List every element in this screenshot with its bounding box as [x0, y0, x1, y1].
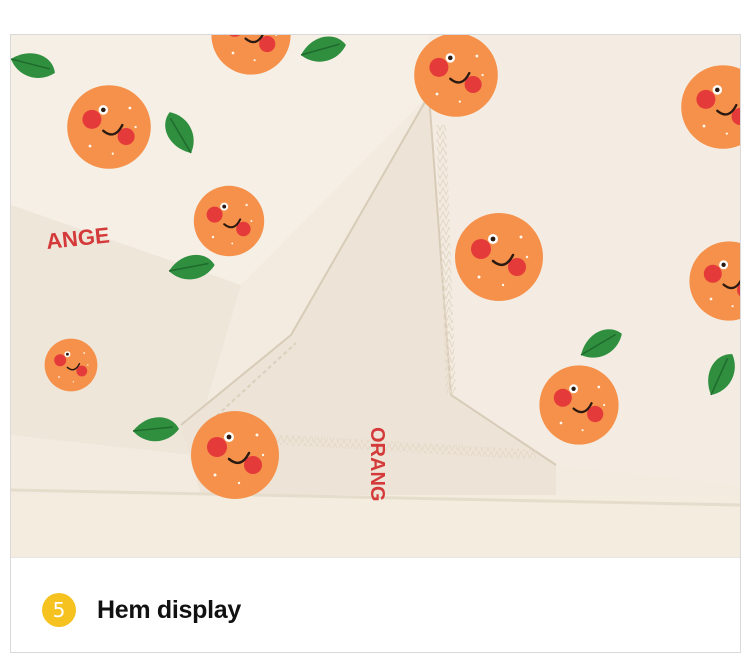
print-text-orang: ORANG	[366, 427, 388, 501]
product-detail-card: ANGE ORANG 5 Hem display	[10, 34, 741, 653]
step-number-badge: 5	[42, 593, 76, 627]
caption-label: Hem display	[97, 596, 241, 624]
caption-bar: 5 Hem display	[11, 557, 740, 652]
hem-photo: ANGE ORANG	[11, 35, 740, 557]
hem-photo-illustration: ANGE ORANG	[11, 35, 740, 557]
